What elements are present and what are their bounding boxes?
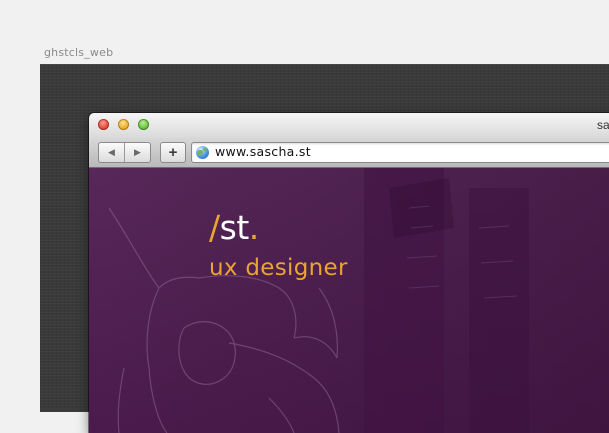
minimize-window-icon[interactable] [118,119,129,130]
logo-text: st [219,208,250,247]
back-icon[interactable]: ◀ [99,143,124,162]
artboard-label: ghstcls_web [44,46,114,59]
page-content: /st. ux designer [89,168,609,433]
site-logo[interactable]: /st. [209,211,259,244]
background-photo-illustration [108,168,529,433]
logo-dot: . [248,208,260,247]
close-window-icon[interactable] [98,119,109,130]
url-text[interactable]: www.sascha.st [215,144,311,159]
back-forward-buttons: ◀ ▶ [98,142,151,163]
zoom-window-icon[interactable] [138,119,149,130]
logo-slash: / [209,208,220,247]
browser-titlebar: sa [89,113,609,138]
globe-icon [196,146,209,159]
browser-toolbar: ◀ ▶ + www.sascha.st [89,138,609,168]
site-tagline: ux designer [209,255,348,281]
window-title: sa [597,118,609,132]
forward-icon[interactable]: ▶ [124,143,150,162]
add-bookmark-icon[interactable]: + [160,142,186,163]
browser-window: sa ◀ ▶ + www.sascha.st /st. ux designer [89,113,609,433]
address-bar[interactable]: www.sascha.st [191,142,609,163]
